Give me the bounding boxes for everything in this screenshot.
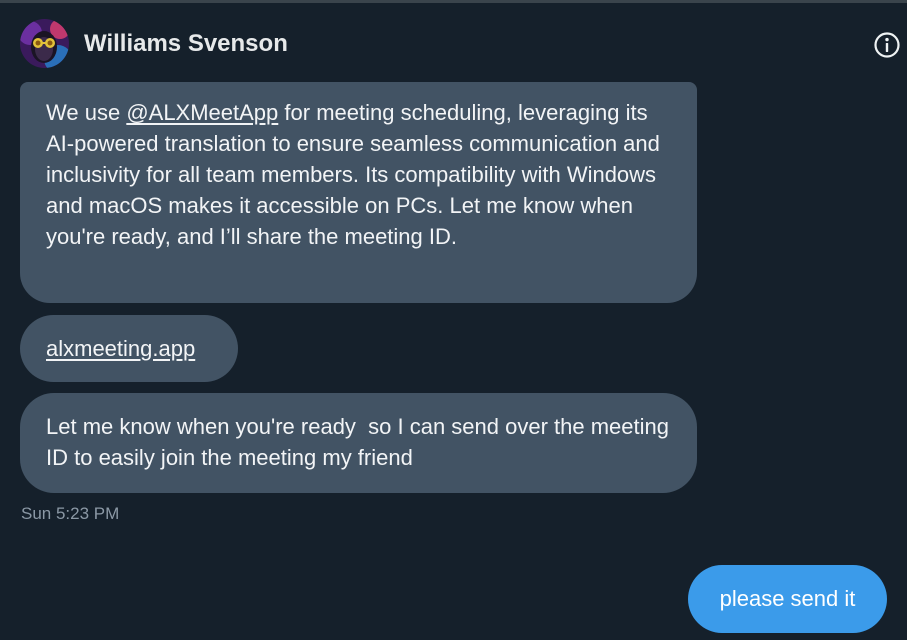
sent-message-bubble[interactable]: please send it (688, 565, 887, 633)
url-link[interactable]: alxmeeting.app (46, 336, 195, 361)
message-bubble[interactable]: Let me know when you're ready so I can s… (20, 393, 697, 493)
mention-link[interactable]: @ALXMeetApp (126, 100, 278, 125)
message-timestamp: Sun 5:23 PM (21, 504, 120, 523)
conversation-header: Williams Svenson (0, 3, 907, 83)
message-bubble[interactable]: alxmeeting.app (20, 315, 238, 382)
message-text: Let me know when you're ready so I can s… (46, 414, 676, 470)
message-bubble[interactable]: We use @ALXMeetApp for meeting schedulin… (20, 82, 697, 303)
message-text: please send it (719, 586, 856, 611)
contact-name[interactable]: Williams Svenson (84, 30, 288, 58)
avatar-image (20, 19, 69, 68)
avatar[interactable] (20, 19, 69, 68)
info-icon[interactable] (873, 31, 901, 59)
message-text: We use (46, 100, 127, 125)
